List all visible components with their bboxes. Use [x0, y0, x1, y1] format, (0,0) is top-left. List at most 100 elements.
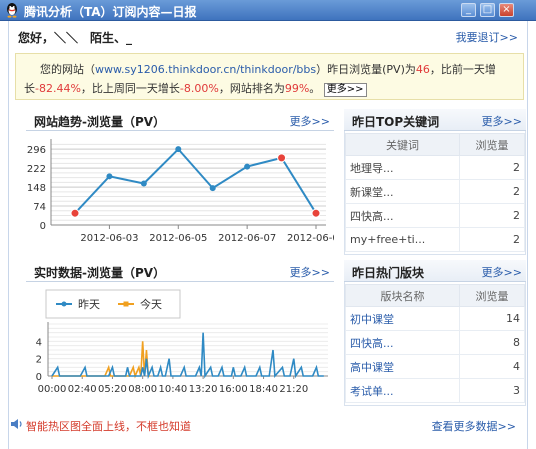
day-change-value: -82.44% [35, 82, 81, 95]
x-tick-label: 00:00 [38, 384, 67, 395]
keywords-col-views: 浏览量 [459, 133, 525, 156]
data-point-highlight [70, 208, 80, 218]
boards-col-name: 版块名称 [345, 284, 460, 307]
board-name-link[interactable]: 高中课堂 [345, 354, 460, 379]
board-views: 3 [459, 378, 525, 403]
x-tick-label: 08:00 [128, 384, 157, 395]
keyword-views: 2 [459, 227, 525, 252]
data-point [106, 173, 113, 180]
window-title: 腾讯分析（TA）订阅内容—日报 [24, 5, 197, 19]
maximize-button[interactable]: □ [480, 3, 495, 17]
x-tick-label: 13:20 [189, 384, 218, 395]
y-tick-label: 74 [33, 202, 46, 213]
table-row: my+free+ti... 2 [345, 227, 525, 252]
boards-table: 版块名称 浏览量 初中课堂 14 四快高... 8 高中课堂 4 考试单... … [345, 284, 525, 403]
realtime-line-chart: 昨天 今天 0 2 4 00:00 02:40 05:20 08:00 10:40 13:20 16:… [36, 289, 328, 395]
boards-panel-header: 昨日热门版块 更多>> [344, 260, 526, 282]
board-views: 4 [459, 354, 525, 379]
legend-label-yesterday: 昨天 [78, 298, 100, 311]
pv-value: 46 [415, 63, 430, 76]
legend-label-today: 今天 [140, 297, 162, 311]
y-tick-label: 0 [40, 221, 46, 232]
table-row: 新课堂... 2 [345, 179, 525, 204]
boards-col-views: 浏览量 [459, 284, 525, 307]
keywords-panel-title: 昨日TOP关键词 [352, 115, 440, 129]
keywords-more-link[interactable]: 更多>> [482, 113, 522, 129]
x-tick-label: 02:40 [68, 384, 97, 395]
y-tick-label: 296 [27, 145, 46, 156]
notice-pv-label: ）昨日浏览量(PV)为 [316, 63, 416, 76]
summary-notice: 您的网站（www.sy1206.thinkdoor.cn/thinkdoor/b… [15, 53, 524, 100]
realtime-more-link[interactable]: 更多>> [290, 264, 330, 280]
keywords-col-name: 关键词 [345, 133, 460, 156]
board-name-link[interactable]: 初中课堂 [345, 306, 460, 331]
y-tick-label: 4 [36, 337, 42, 348]
notice-more-button[interactable]: 更多>> [323, 83, 367, 97]
view-more-data-link[interactable]: 查看更多数据>> [432, 418, 516, 434]
x-tick-label: 2012-06-05 [149, 233, 207, 244]
x-tick-label: 18:40 [249, 384, 278, 395]
window-titlebar: 腾讯分析（TA）订阅内容—日报 _ □ × [0, 0, 536, 21]
board-views: 8 [459, 330, 525, 355]
y-tick-label: 0 [36, 372, 42, 383]
data-point-highlight [277, 153, 287, 163]
unsubscribe-link[interactable]: 我要退订>> [456, 29, 518, 45]
y-tick-label: 148 [27, 183, 46, 194]
close-button[interactable]: × [499, 3, 514, 17]
heatmap-promo-link[interactable]: 智能热区图全面上线，不框也知道 [26, 418, 191, 434]
keyword-name: 四快高... [345, 203, 460, 228]
trend-panel-title: 网站趋势-浏览量（PV） [34, 115, 166, 129]
legend-marker-today [123, 301, 129, 307]
x-tick-label: 05:20 [98, 384, 127, 395]
boards-more-link[interactable]: 更多>> [482, 264, 522, 280]
legend-marker-yesterday [61, 301, 67, 307]
keyword-name: 新课堂... [345, 179, 460, 204]
site-link[interactable]: www.sy1206.thinkdoor.cn/thinkdoor/bbs [95, 63, 316, 76]
speaker-icon [11, 419, 22, 429]
notice-rank-end: 。 [309, 82, 321, 95]
board-views: 14 [459, 306, 525, 331]
boards-panel-title: 昨日热门版块 [352, 266, 425, 280]
notice-prefix: 您的网站（ [40, 63, 95, 76]
data-point [140, 180, 147, 187]
x-tick-label: 16:00 [219, 384, 248, 395]
data-point-highlight [311, 208, 321, 218]
x-tick-label: 2012-06-09 [287, 233, 334, 244]
keyword-views: 2 [459, 155, 525, 180]
minimize-button[interactable]: _ [461, 3, 476, 17]
keyword-name: my+free+ti... [345, 227, 460, 252]
week-change-value: -8.00% [179, 82, 219, 95]
keywords-panel-header: 昨日TOP关键词 更多>> [344, 109, 526, 131]
realtime-panel-header: 实时数据-浏览量（PV） 更多>> [26, 260, 334, 282]
rank-value: 99% [284, 82, 310, 95]
keyword-name: 地理导... [345, 155, 460, 180]
qq-penguin-icon [7, 3, 17, 18]
keywords-table: 关键词 浏览量 地理导... 2 新课堂... 2 四快高... 2 my+fr… [345, 133, 525, 252]
board-name-link[interactable]: 四快高... [345, 330, 460, 355]
data-point [209, 185, 216, 192]
data-point [175, 146, 182, 153]
board-name-link[interactable]: 考试单... [345, 378, 460, 403]
keyword-views: 2 [459, 179, 525, 204]
greeting-text: 您好，＼＼ 陌生、_ [18, 31, 133, 45]
keyword-views: 2 [459, 203, 525, 228]
x-tick-label: 21:20 [279, 384, 308, 395]
trend-more-link[interactable]: 更多>> [290, 113, 330, 129]
table-row: 初中课堂 14 [345, 306, 525, 331]
x-tick-label: 2012-06-03 [80, 233, 138, 244]
x-tick-label: 10:40 [158, 384, 187, 395]
table-row: 四快高... 8 [345, 330, 525, 355]
trend-panel-header: 网站趋势-浏览量（PV） 更多>> [26, 109, 334, 131]
table-row: 地理导... 2 [345, 155, 525, 180]
table-row: 四快高... 2 [345, 203, 525, 228]
notice-week-label: ，比上周同一天增长 [80, 82, 180, 95]
y-tick-label: 2 [36, 355, 42, 366]
y-tick-label: 222 [27, 164, 46, 175]
table-row: 考试单... 3 [345, 378, 525, 403]
trend-line-chart: 0 74 148 222 296 2012-06-03 2012-06-05 2012-06-… [27, 139, 334, 244]
table-row: 高中课堂 4 [345, 354, 525, 379]
data-point [244, 163, 251, 170]
realtime-panel-title: 实时数据-浏览量（PV） [34, 266, 166, 280]
notice-rank-label: ，网站排名为 [218, 82, 285, 95]
x-tick-label: 2012-06-07 [218, 233, 276, 244]
